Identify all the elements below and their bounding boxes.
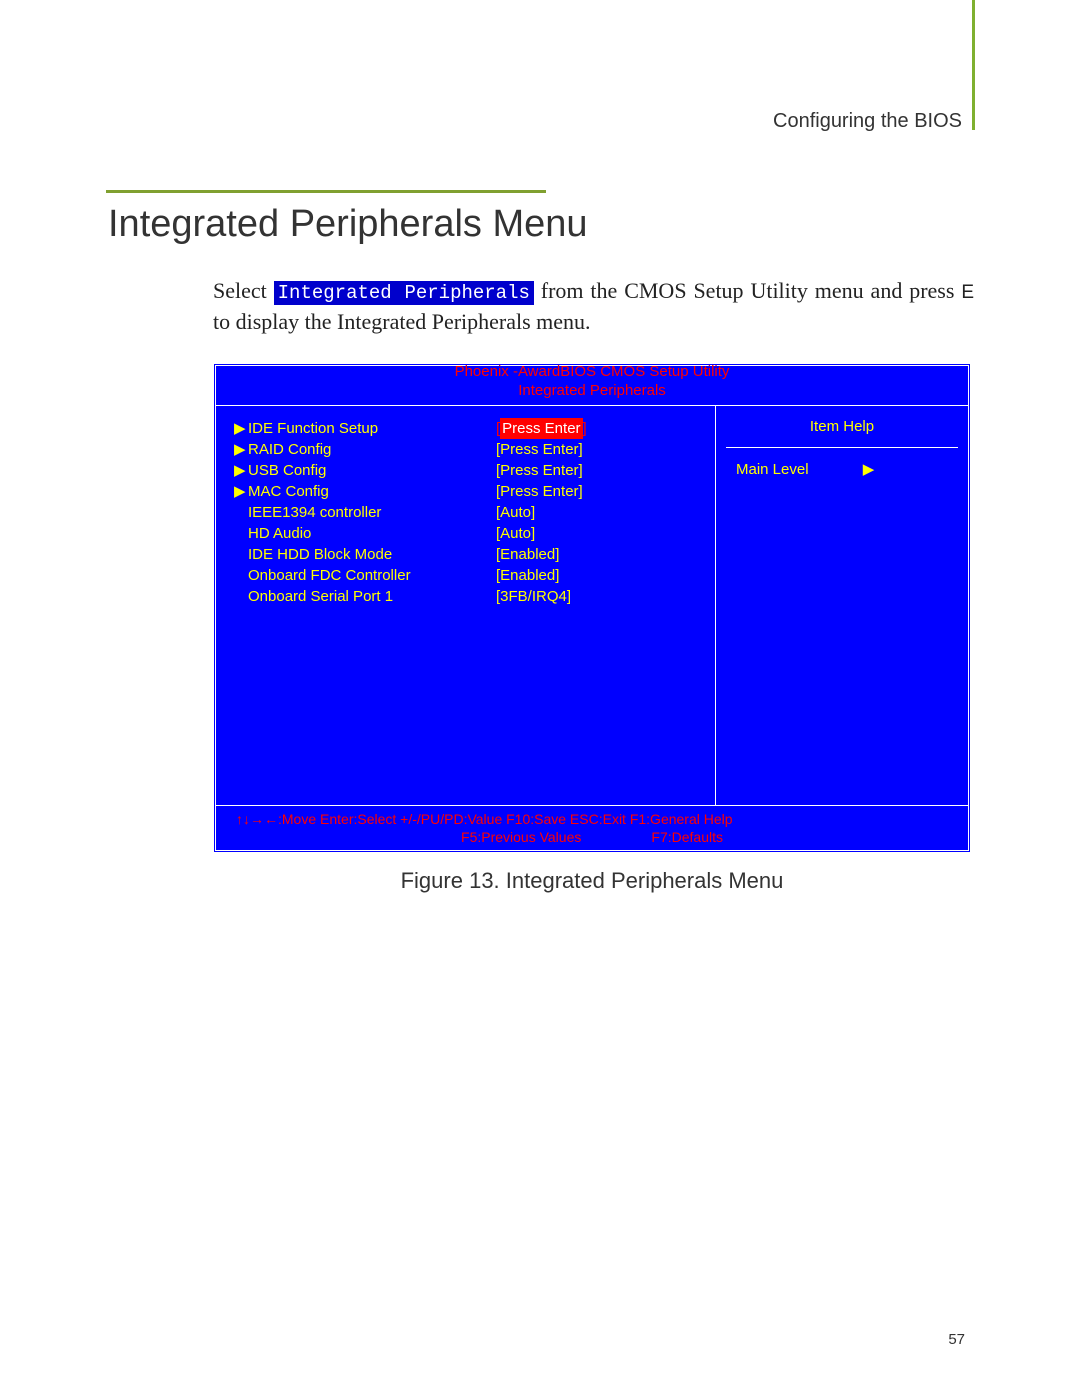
bios-menu: ▶ IDE Function Setup [ Press Enter ] ▶ R… <box>216 406 716 805</box>
footer-defaults: F7:Defaults <box>651 829 723 845</box>
side-accent <box>972 0 975 130</box>
help-divider <box>726 447 958 448</box>
key-label: E <box>961 282 973 303</box>
menu-label: USB Config <box>248 460 496 481</box>
menu-label: IDE Function Setup <box>248 418 496 439</box>
menu-value: Press Enter] <box>500 481 583 502</box>
menu-label: IDE HDD Block Mode <box>248 544 496 565</box>
menu-row[interactable]: Onboard Serial Port 1 [3FB/IRQ4] <box>234 586 707 607</box>
menu-label: IEEE1394 controller <box>248 502 496 523</box>
menu-row[interactable]: IDE HDD Block Mode [Enabled] <box>234 544 707 565</box>
bios-figure: Phoenix -AwardBIOS CMOS Setup Utility In… <box>213 363 971 894</box>
menu-label: Onboard FDC Controller <box>248 565 496 586</box>
bios-footer: ↑↓→←:Move Enter:Select +/-/PU/PD:Value F… <box>216 805 968 850</box>
menu-value: Press Enter] <box>500 439 583 460</box>
menu-label: MAC Config <box>248 481 496 502</box>
menu-row[interactable]: ▶ RAID Config [Press Enter] <box>234 439 707 460</box>
menu-row[interactable]: HD Audio [Auto] <box>234 523 707 544</box>
menu-value: Enabled] <box>500 565 559 586</box>
menu-value: Press Enter] <box>500 460 583 481</box>
body-mid2: to display the Integrated Peripherals me… <box>213 309 591 334</box>
help-text: Main Level <box>736 461 809 478</box>
menu-row[interactable]: ▶ MAC Config [Press Enter] <box>234 481 707 502</box>
bios-body: ▶ IDE Function Setup [ Press Enter ] ▶ R… <box>216 405 968 805</box>
body-paragraph: Select Integrated Peripherals from the C… <box>213 276 973 338</box>
figure-caption: Figure 13. Integrated Peripherals Menu <box>213 868 971 894</box>
menu-arrow-icon: ▶ <box>234 418 248 439</box>
page-number: 57 <box>948 1331 965 1348</box>
menu-value: 3FB/IRQ4] <box>500 586 571 607</box>
bios-header-line1: Phoenix -AwardBIOS CMOS Setup Utility <box>216 362 968 382</box>
menu-arrow-icon: ▶ <box>234 439 248 460</box>
bracket: ] <box>583 418 587 439</box>
footer-line2: F5:Previous Values F7:Defaults <box>236 828 948 846</box>
page-header: Configuring the BIOS <box>773 110 962 133</box>
footer-line1: ↑↓→←:Move Enter:Select +/-/PU/PD:Value F… <box>236 810 948 828</box>
footer-prev: F5:Previous Values <box>461 829 581 845</box>
menu-row[interactable]: IEEE1394 controller [Auto] <box>234 502 707 523</box>
menu-label: RAID Config <box>248 439 496 460</box>
menu-label: HD Audio <box>248 523 496 544</box>
menu-arrow-icon: ▶ <box>234 481 248 502</box>
bios-help-panel: Item Help Main Level ▶ <box>716 406 968 805</box>
body-pre: Select <box>213 278 274 303</box>
menu-value: Auto] <box>500 523 535 544</box>
menu-value-selected: Press Enter <box>500 418 582 439</box>
menu-row[interactable]: Onboard FDC Controller [Enabled] <box>234 565 707 586</box>
section-title: Integrated Peripherals Menu <box>108 203 973 246</box>
body-mid1: from the CMOS Setup Utility menu and pre… <box>534 278 961 303</box>
menu-value: Enabled] <box>500 544 559 565</box>
menu-label: Onboard Serial Port 1 <box>248 586 496 607</box>
help-body: Main Level ▶ <box>726 460 958 478</box>
highlight-text: Integrated Peripherals <box>274 281 534 305</box>
help-title: Item Help <box>726 418 958 435</box>
menu-arrow-icon: ▶ <box>234 460 248 481</box>
help-arrow-icon: ▶ <box>863 461 875 478</box>
bios-header: Phoenix -AwardBIOS CMOS Setup Utility In… <box>216 362 968 401</box>
menu-row[interactable]: ▶ USB Config [Press Enter] <box>234 460 707 481</box>
menu-value: Auto] <box>500 502 535 523</box>
bios-screen: Phoenix -AwardBIOS CMOS Setup Utility In… <box>213 363 971 853</box>
title-rule <box>106 190 546 193</box>
bios-header-line2: Integrated Peripherals <box>216 381 968 401</box>
menu-row[interactable]: ▶ IDE Function Setup [ Press Enter ] <box>234 418 707 439</box>
